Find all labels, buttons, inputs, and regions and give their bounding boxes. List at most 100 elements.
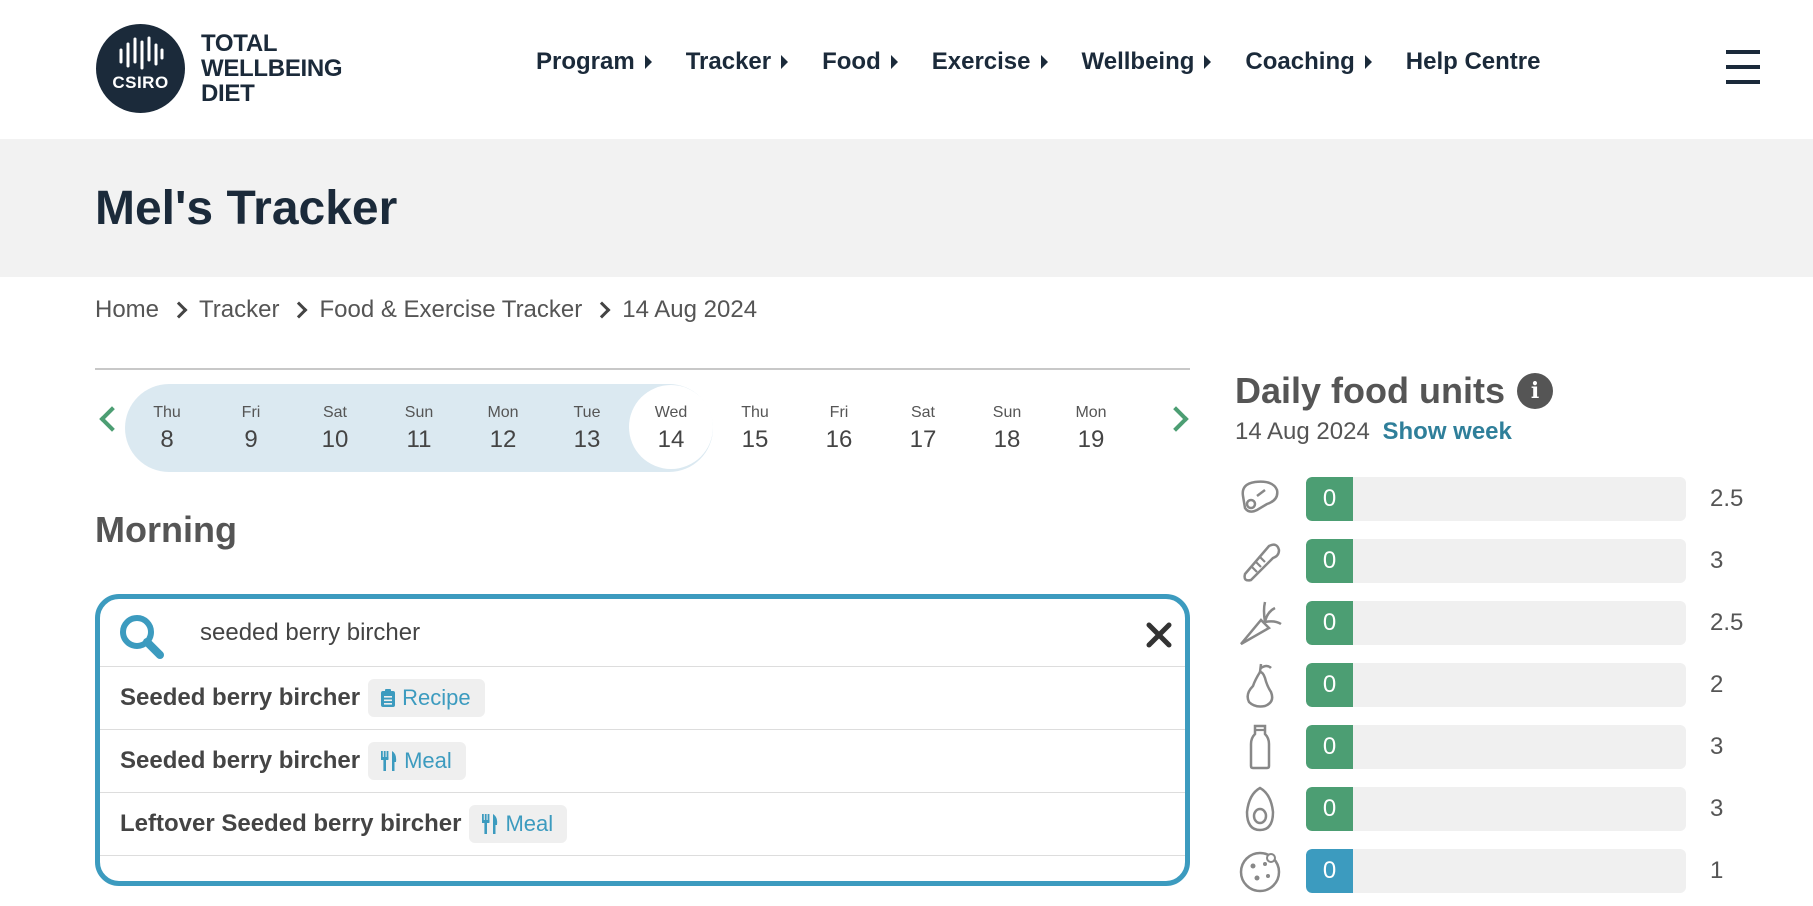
unit-progress-track: 0 [1306, 849, 1686, 893]
nav-wellbeing[interactable]: Wellbeing [1082, 48, 1212, 76]
csiro-logo[interactable]: CSIRO TOTAL WELLBEING DIET [96, 24, 343, 113]
nav-label: Exercise [931, 48, 1031, 75]
food-unit-row: 03 [1235, 536, 1775, 586]
search-row [100, 599, 1185, 667]
section-heading: Morning [95, 509, 237, 550]
unit-progress-value: 0 [1306, 725, 1353, 769]
unit-progress-track: 0 [1306, 663, 1686, 707]
daily-food-units-heading: Daily food units i [1235, 370, 1553, 412]
day-wed-14[interactable]: Wed 14 [629, 384, 713, 472]
tag-label: Recipe [402, 685, 471, 710]
day-thu-8[interactable]: Thu 8 [125, 384, 209, 472]
food-search-panel: Seeded berry bircher Recipe Seeded berry… [95, 594, 1190, 886]
day-fri-16[interactable]: Fri 16 [797, 384, 881, 472]
nav-program[interactable]: Program [536, 48, 652, 76]
day-number: 8 [160, 426, 174, 453]
day-name: Fri [829, 404, 849, 421]
unit-target: 3 [1710, 795, 1724, 822]
soundwave-icon [119, 36, 164, 70]
search-result[interactable]: Leftover Seeded berry bircher Meal [100, 793, 1185, 856]
day-number: 16 [825, 426, 853, 453]
day-name: Sat [910, 404, 935, 421]
pear-icon [1246, 663, 1274, 708]
day-number: 15 [741, 426, 769, 453]
day-name: Mon [487, 404, 519, 421]
unit-progress-track: 0 [1306, 787, 1686, 831]
day-tue-13[interactable]: Tue 13 [545, 384, 629, 472]
result-tag: Meal [368, 742, 466, 780]
date-strip: Thu 8 Fri 9 Sat 10 Sun 11 Mon 12 Tue 13 Wed 14 Thu 15 Fr… [95, 384, 1190, 472]
unit-progress-value: 0 [1306, 601, 1353, 645]
day-sun-11[interactable]: Sun 11 [377, 384, 461, 472]
main-nav: Program Tracker Food Exercise Wellbeing … [536, 48, 1574, 76]
unit-progress-track: 0 [1306, 601, 1686, 645]
close-icon[interactable] [1145, 621, 1173, 649]
day-number: 18 [993, 426, 1021, 453]
bread-icon [1243, 543, 1281, 582]
nav-food[interactable]: Food [822, 48, 898, 76]
unit-progress-value: 0 [1306, 849, 1353, 893]
logo-wordmark: TOTAL WELLBEING DIET [201, 31, 343, 107]
chevron-left-icon[interactable] [99, 406, 125, 432]
site-header: CSIRO TOTAL WELLBEING DIET Program Track… [0, 0, 1813, 139]
day-number: 10 [321, 426, 349, 453]
nav-tracker[interactable]: Tracker [685, 48, 789, 76]
unit-progress-track: 0 [1306, 725, 1686, 769]
daily-food-units-title: Daily food units [1235, 370, 1505, 411]
search-input[interactable] [200, 615, 1100, 651]
nav-coaching[interactable]: Coaching [1245, 48, 1372, 76]
unit-target: 3 [1710, 733, 1724, 760]
day-list: Thu 8 Fri 9 Sat 10 Sun 11 Mon 12 Tue 13 Wed 14 Thu 15 Fr… [125, 384, 1133, 472]
search-result[interactable]: Seeded berry bircher Meal [100, 730, 1185, 793]
nav-label: Wellbeing [1081, 48, 1195, 75]
day-sat-17[interactable]: Sat 17 [881, 384, 965, 472]
caret-right-icon [1040, 55, 1048, 69]
info-icon[interactable]: i [1517, 373, 1553, 409]
day-sat-10[interactable]: Sat 10 [293, 384, 377, 472]
clipboard-icon [381, 689, 396, 707]
hamburger-icon[interactable] [1726, 50, 1760, 86]
day-name: Thu [153, 404, 181, 421]
carrot-icon [1240, 601, 1282, 646]
cookie-icon [1239, 851, 1281, 893]
day-name: Sun [404, 404, 434, 421]
day-sun-18[interactable]: Sun 18 [965, 384, 1049, 472]
unit-target: 2.5 [1710, 609, 1744, 636]
nav-help-centre[interactable]: Help Centre [1406, 48, 1541, 76]
result-tag: Recipe [368, 679, 485, 717]
meat-icon [1241, 480, 1279, 513]
nav-exercise[interactable]: Exercise [932, 48, 1048, 76]
breadcrumb-current: 14 Aug 2024 [622, 296, 758, 323]
caret-right-icon [1364, 55, 1372, 69]
day-number: 17 [909, 426, 937, 453]
day-name: Sun [992, 404, 1022, 421]
food-unit-row: 03 [1235, 722, 1775, 772]
result-name: Seeded berry bircher [120, 684, 361, 711]
day-mon-12[interactable]: Mon 12 [461, 384, 545, 472]
milk-bottle-icon [1249, 724, 1271, 770]
day-mon-19[interactable]: Mon 19 [1049, 384, 1133, 472]
breadcrumb-home[interactable]: Home [95, 296, 159, 324]
day-number: 11 [406, 426, 432, 453]
chevron-right-icon [290, 301, 308, 319]
day-thu-15[interactable]: Thu 15 [713, 384, 797, 472]
nav-label: Coaching [1245, 48, 1355, 75]
cutlery-icon [482, 814, 498, 834]
chevron-right-icon[interactable] [1163, 406, 1189, 432]
day-fri-9[interactable]: Fri 9 [209, 384, 293, 472]
day-number: 14 [657, 426, 685, 453]
food-unit-row: 0 2.5 [1235, 598, 1775, 648]
unit-progress-track: 0 [1306, 539, 1686, 583]
day-number: 9 [244, 426, 258, 453]
day-name: Sat [322, 404, 347, 421]
result-name: Seeded berry bircher [120, 747, 361, 774]
nav-label: Tracker [685, 48, 772, 75]
logo-line: DIET [201, 80, 255, 107]
day-name: Wed [654, 404, 688, 421]
search-result[interactable]: Seeded berry bircher Recipe [100, 667, 1185, 730]
show-week-link[interactable]: Show week [1382, 418, 1511, 445]
breadcrumb-tracker[interactable]: Tracker [199, 296, 279, 324]
day-number: 12 [489, 426, 517, 453]
breadcrumb-food-exercise-tracker[interactable]: Food & Exercise Tracker [319, 296, 582, 324]
daily-food-units-date: 14 Aug 2024 [1235, 418, 1370, 445]
